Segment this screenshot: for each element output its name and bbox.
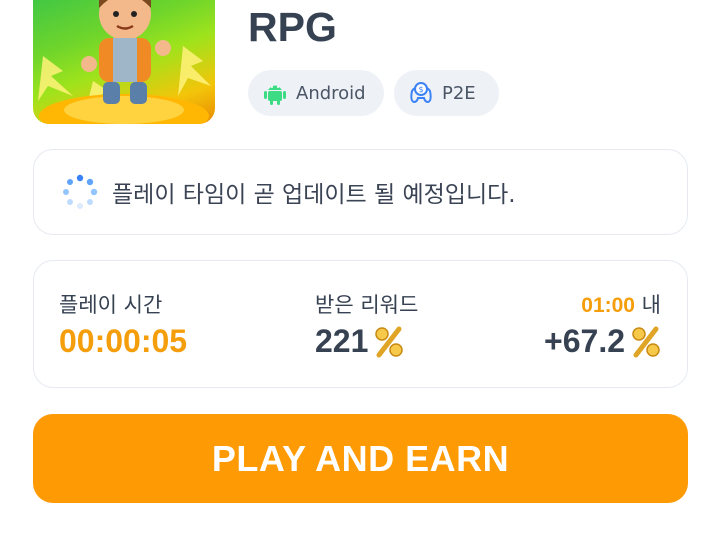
- platform-tag-android: Android: [248, 70, 384, 116]
- window-value: +67.2: [544, 323, 663, 360]
- playtime-value: 00:00:05: [59, 323, 188, 359]
- playtime-label: 플레이 시간: [59, 293, 163, 317]
- play-stats-card: 플레이 시간 00:00:05 받은 리워드 221 01:00 내 +67.2: [33, 260, 688, 388]
- notice-text: 플레이 타임이 곧 업데이트 될 예정입니다.: [112, 182, 516, 208]
- window-amount: +67.2: [544, 323, 625, 359]
- window-label: 01:00 내: [581, 289, 661, 319]
- svg-text:$: $: [418, 85, 423, 94]
- play-and-earn-button[interactable]: PLAY AND EARN: [33, 414, 688, 503]
- platform-tag-label: Android: [296, 82, 366, 104]
- category-tag-p2e: $ P2E: [394, 70, 499, 116]
- reward-label: 받은 리워드: [315, 293, 419, 317]
- reward-amount: 221: [315, 323, 369, 359]
- p2e-controller-icon: $: [408, 80, 434, 106]
- window-label-time: 01:00: [581, 294, 635, 317]
- gold-percent-coin-icon: [629, 325, 663, 359]
- gold-percent-coin-icon: [372, 325, 406, 359]
- game-title: RPG: [248, 4, 337, 50]
- reward-value: 221: [315, 323, 406, 360]
- window-label-suffix: 내: [635, 293, 661, 317]
- loading-spinner-icon: [62, 174, 98, 210]
- game-thumbnail: [33, 0, 215, 124]
- android-icon: [262, 80, 288, 106]
- playtime-update-notice: 플레이 타임이 곧 업데이트 될 예정입니다.: [33, 149, 688, 235]
- category-tag-label: P2E: [442, 82, 476, 104]
